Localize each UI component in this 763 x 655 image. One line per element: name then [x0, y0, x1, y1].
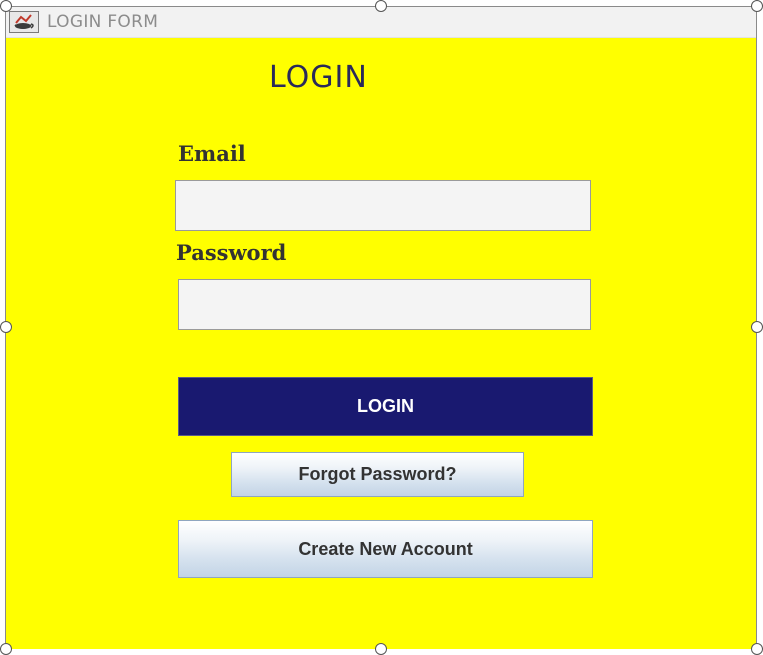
resize-handle-top[interactable]: [375, 0, 387, 12]
java-cup-icon: [9, 11, 39, 33]
resize-handle-bottom[interactable]: [375, 643, 387, 655]
password-label: Password: [176, 240, 287, 265]
login-panel: LOGIN Email Password LOGIN Forgot Passwo…: [6, 38, 756, 649]
create-account-button[interactable]: Create New Account: [178, 520, 593, 578]
login-button[interactable]: LOGIN: [178, 377, 593, 436]
login-window: LOGIN FORM LOGIN Email Password LOGIN Fo…: [5, 6, 757, 649]
window-title: LOGIN FORM: [47, 12, 159, 32]
password-field[interactable]: [178, 279, 591, 330]
resize-handle-top-right[interactable]: [751, 0, 763, 12]
page-title: LOGIN: [269, 60, 368, 95]
resize-handle-right[interactable]: [751, 321, 763, 333]
email-field[interactable]: [175, 180, 591, 231]
email-label: Email: [178, 141, 246, 166]
forgot-password-button[interactable]: Forgot Password?: [231, 452, 524, 497]
resize-handle-bottom-right[interactable]: [751, 643, 763, 655]
resize-handle-left[interactable]: [0, 321, 12, 333]
resize-handle-bottom-left[interactable]: [0, 643, 12, 655]
resize-handle-top-left[interactable]: [0, 0, 12, 12]
